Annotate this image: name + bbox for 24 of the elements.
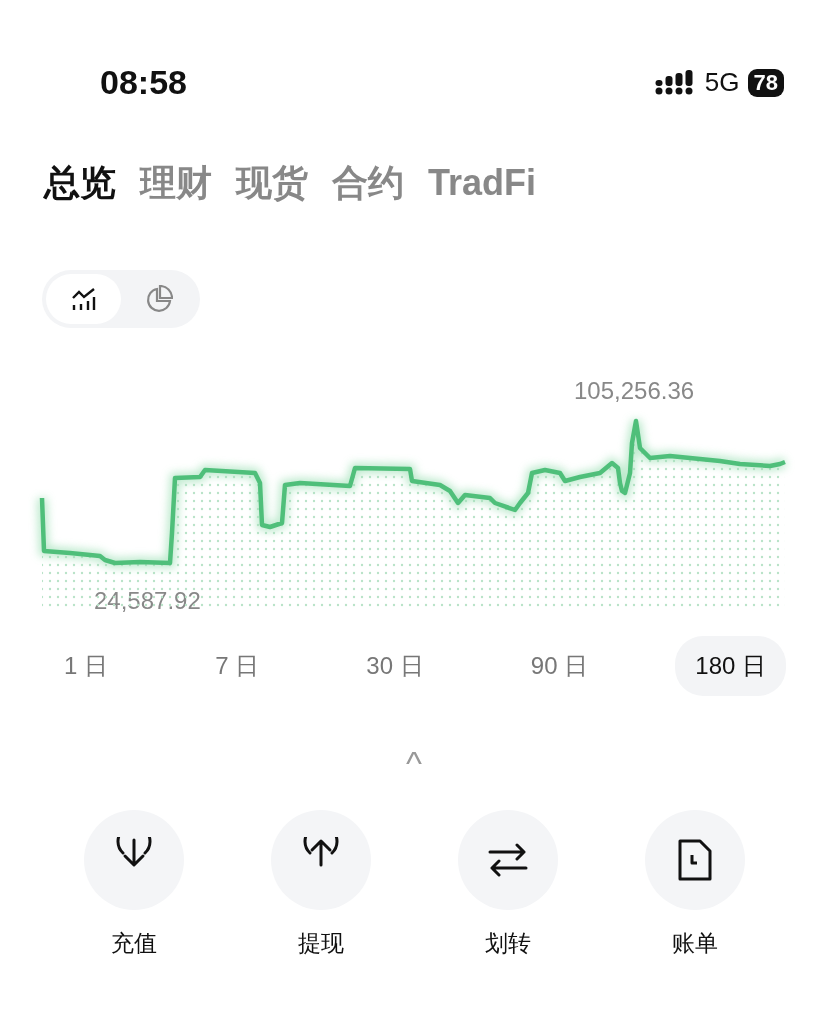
min-value-label: 24,587.92	[94, 586, 201, 616]
clock: 08:58	[100, 62, 187, 103]
max-value-label: 105,256.36	[574, 376, 695, 406]
range-tab[interactable]: 7 日	[195, 636, 280, 696]
collapse-toggle[interactable]: ^	[406, 744, 422, 782]
tab[interactable]: 理财	[140, 155, 212, 210]
range-tab[interactable]: 90 日	[510, 636, 609, 696]
tab[interactable]: 合约	[332, 155, 404, 210]
document-clock-icon	[676, 838, 713, 882]
view-toggle-option[interactable]	[46, 274, 121, 324]
action-label[interactable]: 提现	[297, 926, 344, 961]
action-label[interactable]: 划转	[484, 926, 531, 961]
tab[interactable]: 现货	[236, 155, 308, 210]
battery-level: 78	[747, 68, 784, 97]
action-label[interactable]: 充值	[110, 926, 157, 961]
action-label[interactable]: 账单	[671, 926, 718, 961]
range-tab[interactable]: 1 日	[44, 636, 128, 696]
line-chart-icon	[70, 287, 97, 311]
pie-chart-icon	[144, 285, 173, 313]
tab[interactable]: 总览	[44, 155, 116, 210]
network-label: 5G	[704, 66, 740, 99]
tab[interactable]: TradFi	[428, 155, 537, 210]
range-tab[interactable]: 180 日	[675, 636, 786, 696]
range-tab[interactable]: 30 日	[346, 636, 444, 696]
